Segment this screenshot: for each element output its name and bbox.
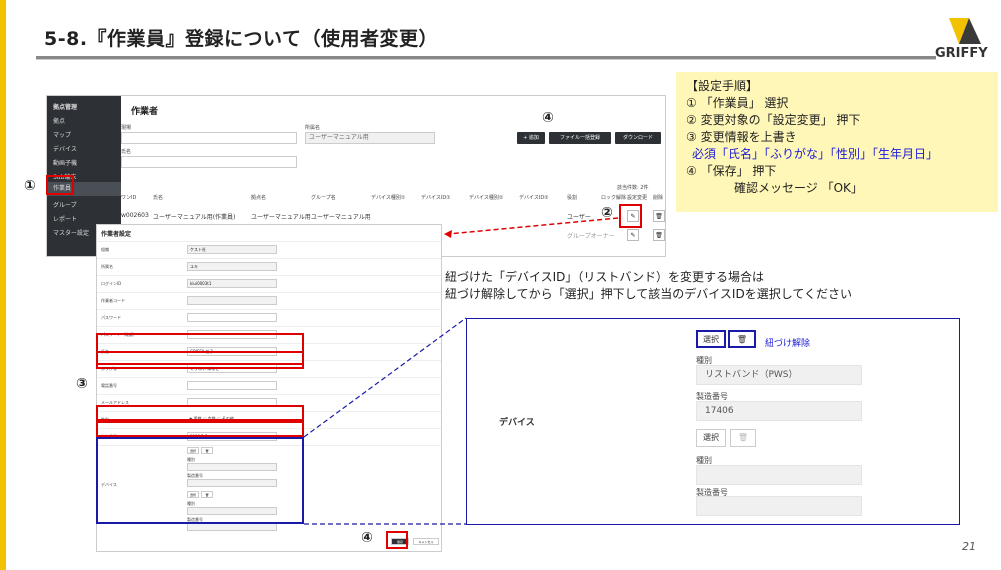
device-type-value: リストバンド（PWS） — [696, 365, 862, 385]
trash-icon[interactable]: 🗑 — [728, 330, 756, 348]
instr-step: ③ 変更情報を上書き — [686, 130, 797, 144]
device-change-note: 紐づけた「デバイスID」（リストバンド）を変更する場合は 紐づけ解除してから「選… — [445, 269, 852, 303]
device-serial-value: 17406 — [696, 401, 862, 421]
device-panel-zoom: デバイス 選択 🗑 紐づけ解除 種別 リストバンド（PWS） 製造番号 1740… — [466, 318, 960, 525]
device-type-value-2 — [696, 465, 862, 485]
device-section-label: デバイス — [499, 418, 535, 428]
instr-heading: 【設定手順】 — [686, 79, 759, 93]
unlink-label: 紐づけ解除 — [765, 339, 811, 349]
note-line: 紐づけ解除してから「選択」押下して該当のデバイスIDを選択してください — [445, 287, 852, 301]
device-serial-value-2 — [696, 496, 862, 516]
instr-step: ① 「作業員」 選択 — [686, 96, 789, 110]
slide: 5-8.『作業員』登録について（使用者変更） GRIFFY 拠点管理 拠点 マッ… — [0, 0, 1001, 570]
device-select-button-2[interactable]: 選択 — [696, 429, 726, 447]
note-line: 紐づけた「デバイスID」（リストバンド）を変更する場合は — [445, 270, 765, 284]
instr-required: 必須「氏名」「ふりがな」「性別」「生年月日」 — [692, 147, 939, 161]
device-select-button[interactable]: 選択 — [696, 330, 726, 348]
instr-step: ② 変更対象の「設定変更」 押下 — [686, 113, 861, 127]
page-number: 21 — [962, 540, 976, 553]
instr-step: ④ 「保存」 押下 — [686, 164, 777, 178]
instr-step-sub: 確認メッセージ 「OK」 — [734, 181, 863, 195]
instruction-box: 【設定手順】 ① 「作業員」 選択 ② 変更対象の「設定変更」 押下 ③ 変更情… — [676, 72, 998, 212]
trash-icon: 🗑 — [730, 429, 756, 447]
